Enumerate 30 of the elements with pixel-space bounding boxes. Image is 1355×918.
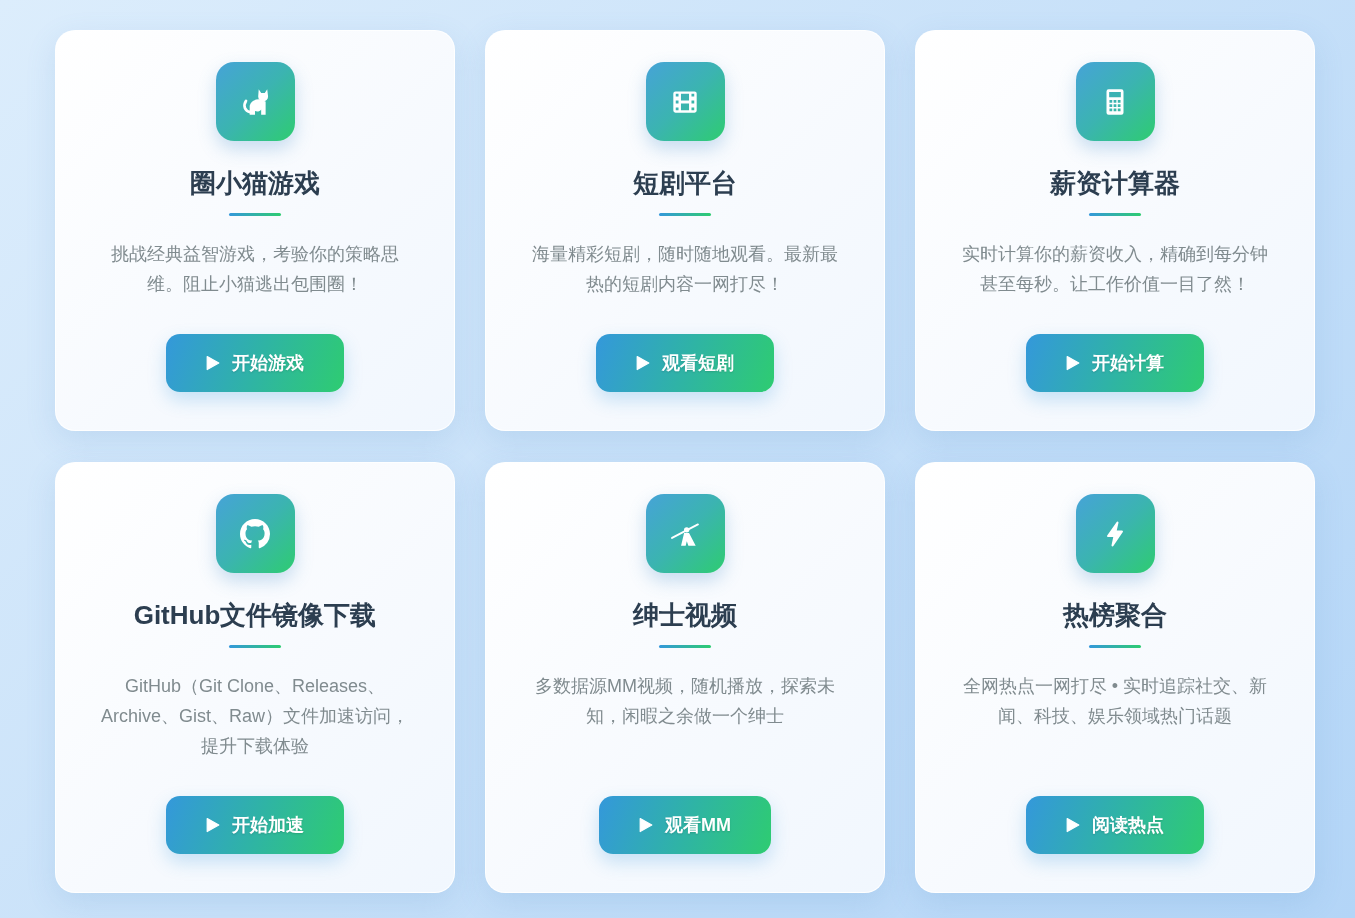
card-title: 薪资计算器 (1050, 167, 1180, 200)
launch-button[interactable]: 开始加速 (166, 796, 344, 854)
calculator-icon (1075, 62, 1155, 141)
launch-button[interactable]: 观看短剧 (596, 334, 774, 392)
play-icon (636, 355, 650, 371)
card-title: 绅士视频 (633, 599, 737, 632)
card-title: 短剧平台 (633, 167, 737, 200)
launch-button[interactable]: 开始游戏 (166, 334, 344, 392)
lightning-icon (1075, 494, 1155, 573)
robed-figure-icon (645, 494, 725, 573)
launch-button[interactable]: 阅读热点 (1026, 796, 1204, 854)
play-icon (639, 817, 653, 833)
play-icon (206, 817, 220, 833)
card-title: 热榜聚合 (1063, 599, 1167, 632)
card-description: 多数据源MM视频，随机播放，探索未知，闲暇之余做一个绅士 (534, 675, 836, 728)
film-icon (645, 62, 725, 141)
card-description: 挑战经典益智游戏，考验你的策略思维。阻止小猫逃出包围圈！ (110, 243, 400, 296)
github-icon (215, 494, 295, 573)
card-description: 全网热点一网打尽 • 实时追踪社交、新闻、科技、娱乐领域热门话题 (961, 675, 1269, 728)
card-title: GitHub文件镜像下载 (133, 599, 377, 632)
card-description: 海量精彩短剧，随时随地观看。最新最热的短剧内容一网打尽！ (531, 243, 839, 296)
launch-button[interactable]: 观看MM (599, 796, 771, 854)
card-description: GitHub（Git Clone、Releases、Archive、Gist、Raw）文件加速访问，提升下载体验 (100, 675, 410, 758)
play-icon (1066, 817, 1080, 833)
play-icon (206, 355, 220, 371)
card-title: 圈小猫游戏 (190, 167, 320, 200)
card-description: 实时计算你的薪资收入，精确到每分钟甚至每秒。让工作价值一目了然！ (961, 243, 1269, 296)
play-icon (1066, 355, 1080, 371)
launch-button[interactable]: 开始计算 (1026, 334, 1204, 392)
cat-icon (215, 62, 295, 141)
